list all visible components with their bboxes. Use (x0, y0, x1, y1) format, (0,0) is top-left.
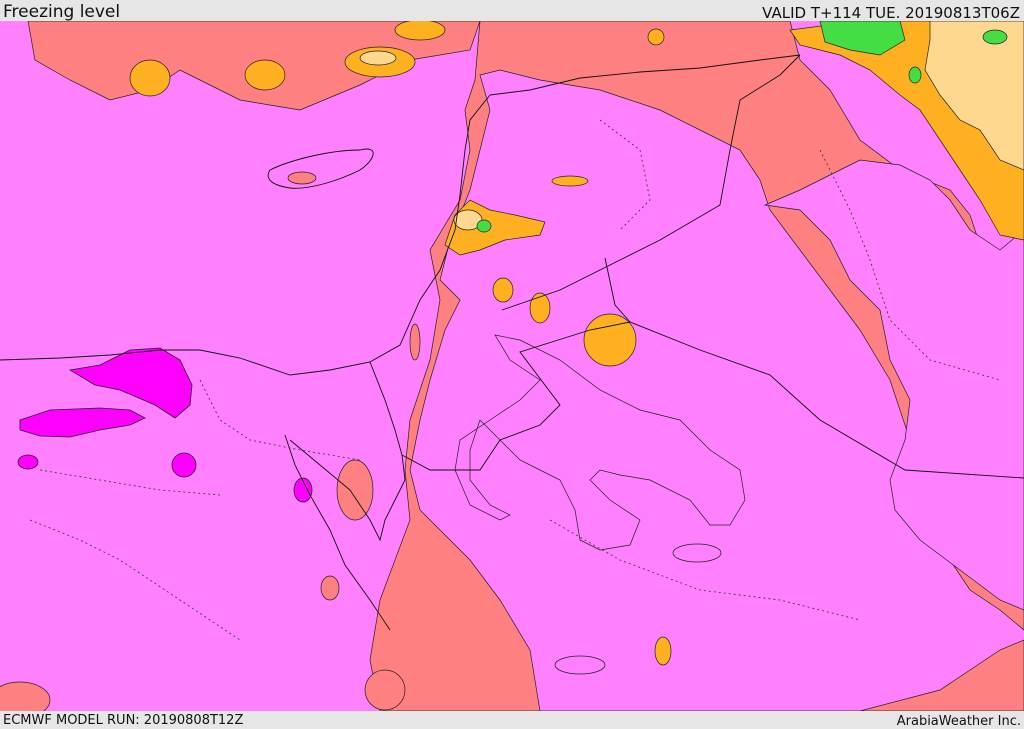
freezing-zone-lower (129, 59, 171, 97)
freezing-zone-mid-patch (287, 171, 317, 185)
weather-map[interactable] (0, 21, 1024, 711)
freezing-zone-lower (244, 59, 286, 91)
freezing-zone-mid-patch (336, 459, 374, 521)
freezing-zone-very-high (17, 454, 39, 470)
freezing-zone-lower (529, 292, 551, 324)
freezing-zone-very-high (171, 452, 197, 478)
freezing-zone-mid-patch (320, 575, 340, 601)
freezing-zone-mid-patch (409, 323, 421, 361)
chart-title: Freezing level (3, 2, 121, 22)
footer-bar: ECMWF MODEL RUN: 20190808T12Z ArabiaWeat… (0, 711, 1024, 729)
model-run-label: ECMWF MODEL RUN: 20190808T12Z (3, 713, 244, 728)
freezing-zone-lowest (982, 29, 1008, 45)
freezing-zone-lower (583, 313, 637, 367)
header-bar: Freezing level VALID T+114 TUE. 20190813… (0, 0, 1024, 21)
freezing-zone-low (359, 50, 397, 66)
freezing-zone-lower (394, 21, 446, 41)
freezing-zone-high-blob (672, 543, 722, 563)
freezing-zone-lowest (908, 66, 922, 84)
freezing-zone-lower (654, 636, 672, 666)
freezing-zone-lowest (476, 219, 492, 233)
freezing-zone-lower (647, 28, 665, 46)
freezing-zone-high-blob (554, 655, 606, 675)
credit-label: ArabiaWeather Inc. (896, 714, 1021, 729)
valid-time: VALID T+114 TUE. 20190813T06Z (762, 4, 1020, 22)
freezing-zone-lower (492, 277, 514, 303)
freezing-zone-lower (551, 175, 589, 187)
freezing-zone-mid-patch (364, 669, 406, 711)
